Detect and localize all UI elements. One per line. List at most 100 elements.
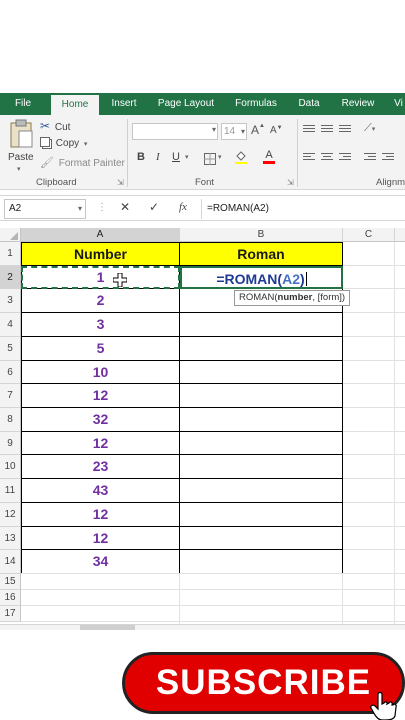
resize-handle-icon[interactable]: ⋮ [97, 202, 107, 213]
number-cell[interactable]: 34 [21, 550, 180, 574]
column-header-c[interactable]: C [343, 228, 395, 242]
number-cell[interactable]: 10 [21, 361, 180, 384]
font-name-dropdown[interactable]: ▾ [132, 123, 218, 140]
dialog-launcher-icon[interactable]: ⇲ [117, 178, 124, 187]
number-cell[interactable]: 12 [21, 527, 180, 550]
number-cell[interactable]: 12 [21, 503, 180, 527]
orientation-button[interactable]: ⟋▾ [364, 122, 375, 135]
chevron-down-icon[interactable]: ▾ [185, 153, 189, 161]
row-header-14[interactable]: 14 [0, 550, 21, 574]
align-right-button[interactable] [339, 153, 351, 163]
align-center-button[interactable] [321, 153, 333, 163]
tab-insert[interactable]: Insert [104, 93, 144, 115]
name-box[interactable]: A2 ▾ [4, 199, 86, 219]
row-header-9[interactable]: 9 [0, 432, 21, 455]
function-tooltip[interactable]: ROMAN(number, [form]) [234, 290, 351, 306]
bold-button[interactable]: B [137, 151, 145, 163]
align-middle-button[interactable] [321, 125, 333, 135]
shrink-font-button[interactable]: A▼ [270, 125, 283, 136]
decrease-indent-button[interactable] [364, 153, 376, 163]
cancel-button[interactable]: ✕ [120, 200, 130, 214]
align-bottom-button[interactable] [339, 125, 351, 135]
roman-cell[interactable] [180, 527, 343, 550]
font-color-button[interactable]: A [263, 149, 275, 164]
active-cell-editor[interactable]: =ROMAN(A2) [180, 266, 343, 289]
row-header-2[interactable]: 2 [0, 266, 21, 289]
fill-color-button[interactable] [234, 150, 248, 169]
insert-function-button[interactable]: fx [179, 201, 187, 213]
row-header-7[interactable]: 7 [0, 384, 21, 408]
row-header-5[interactable]: 5 [0, 337, 21, 361]
column-header-a[interactable]: A [21, 228, 180, 242]
row-header-13[interactable]: 13 [0, 527, 21, 550]
number-cell[interactable]: 32 [21, 408, 180, 432]
chevron-down-icon[interactable]: ▾ [218, 153, 222, 161]
number-cell[interactable]: 12 [21, 432, 180, 455]
grow-font-button[interactable]: A▲ [251, 123, 265, 137]
clipboard-icon [10, 119, 33, 148]
dialog-launcher-icon[interactable]: ⇲ [287, 178, 294, 187]
row-header-16[interactable]: 16 [0, 590, 21, 606]
group-separator [297, 119, 298, 187]
copy-button[interactable]: Copy ▾ [40, 137, 87, 149]
roman-cell[interactable] [180, 337, 343, 361]
select-all-button[interactable] [0, 228, 21, 242]
tab-review[interactable]: Review [336, 93, 380, 115]
align-top-button[interactable] [303, 125, 315, 135]
roman-cell[interactable] [180, 550, 343, 574]
copy-label: Copy [55, 138, 80, 149]
ribbon-home: Paste ▾ ✂ Cut Copy ▾ 🖌 Format Painter Cl… [0, 115, 405, 190]
tab-page-layout[interactable]: Page Layout [152, 93, 220, 115]
horizontal-scrollbar[interactable] [0, 624, 405, 630]
row-header-12[interactable]: 12 [0, 503, 21, 527]
align-left-button[interactable] [303, 153, 315, 163]
row-header-8[interactable]: 8 [0, 408, 21, 432]
increase-indent-button[interactable] [382, 153, 394, 163]
roman-cell[interactable] [180, 384, 343, 408]
gridline [21, 621, 343, 622]
number-cell[interactable]: 43 [21, 479, 180, 503]
cut-button[interactable]: ✂ Cut [40, 119, 70, 133]
caret-up-icon: ▲ [259, 123, 265, 129]
tab-home[interactable]: Home [51, 95, 99, 115]
roman-cell[interactable] [180, 432, 343, 455]
column-header-b[interactable]: B [180, 228, 343, 242]
italic-button[interactable]: I [156, 151, 160, 163]
formula-input[interactable]: =ROMAN(A2) [207, 199, 269, 219]
roman-cell[interactable] [180, 361, 343, 384]
number-cell[interactable]: 3 [21, 313, 180, 337]
format-painter-button[interactable]: 🖌 Format Painter [40, 156, 125, 169]
row-header-17[interactable]: 17 [0, 606, 21, 622]
number-cell[interactable]: 12 [21, 384, 180, 408]
number-cell[interactable]: 5 [21, 337, 180, 361]
row-header-1[interactable]: 1 [0, 242, 21, 266]
tab-data[interactable]: Data [292, 93, 326, 115]
number-cell[interactable]: 2 [21, 289, 180, 313]
roman-cell[interactable] [180, 479, 343, 503]
font-size-dropdown[interactable]: 14 ▾ [221, 123, 247, 140]
row-header-15[interactable]: 15 [0, 574, 21, 590]
roman-cell[interactable] [180, 503, 343, 527]
paste-button[interactable]: Paste ▾ [6, 119, 36, 173]
header-cell-number[interactable]: Number [21, 242, 180, 266]
column-header-d[interactable] [395, 228, 405, 242]
borders-button[interactable] [204, 152, 216, 170]
underline-button[interactable]: U [172, 151, 180, 163]
row-header-10[interactable]: 10 [0, 455, 21, 479]
roman-cell[interactable] [180, 313, 343, 337]
roman-cell[interactable] [180, 408, 343, 432]
row-header-4[interactable]: 4 [0, 313, 21, 337]
header-cell-roman[interactable]: Roman [180, 242, 343, 266]
row-header-3[interactable]: 3 [0, 289, 21, 313]
worksheet-grid[interactable]: A B C 1 2 3 4 5 6 7 8 9 10 11 12 13 14 1… [0, 228, 405, 624]
subscribe-button[interactable]: SUBSCRIBE [122, 652, 405, 714]
row-header-6[interactable]: 6 [0, 361, 21, 384]
tab-file[interactable]: File [6, 93, 40, 115]
tab-formulas[interactable]: Formulas [228, 93, 284, 115]
roman-cell[interactable] [180, 455, 343, 479]
row-header-11[interactable]: 11 [0, 479, 21, 503]
enter-button[interactable]: ✓ [149, 200, 159, 214]
number-cell[interactable]: 23 [21, 455, 180, 479]
tab-view[interactable]: Vi [392, 93, 405, 115]
scrollbar-thumb[interactable] [80, 625, 135, 630]
